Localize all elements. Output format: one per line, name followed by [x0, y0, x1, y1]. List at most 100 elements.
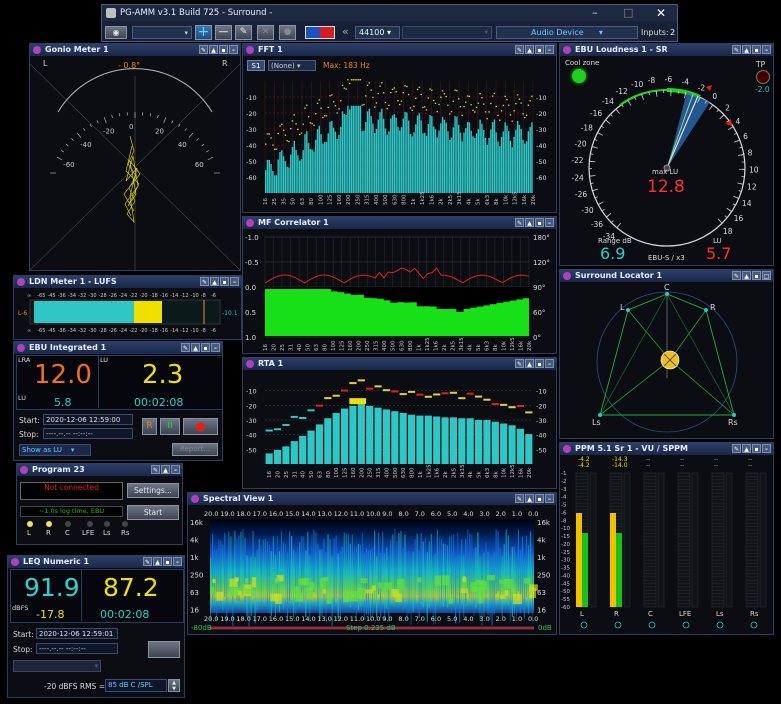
edit-icon[interactable]: ✎	[515, 218, 524, 227]
remove-icon[interactable]: −	[215, 25, 232, 40]
pin-icon[interactable]: ▪	[752, 45, 761, 54]
spectral-streak	[262, 539, 264, 601]
ppm-titlebar[interactable]: PPM 5.1 Sr 1 - VU / SPPM ✎ ▲ ▪ –	[560, 443, 773, 455]
pin-icon[interactable]: ▪	[535, 218, 544, 227]
up-icon[interactable]: ▲	[210, 277, 219, 286]
up-icon[interactable]: ▲	[153, 557, 162, 566]
collapse-icon[interactable]: «	[342, 25, 349, 38]
fft-x-label: 6k3	[485, 194, 491, 205]
up-icon[interactable]: ▲	[161, 465, 170, 474]
leq-mode-select[interactable]: ▾	[13, 660, 101, 672]
up-icon[interactable]: ▲	[525, 45, 534, 54]
up-icon[interactable]: ▲	[742, 271, 751, 280]
add-icon[interactable]: +	[195, 25, 212, 40]
fft-channel-button[interactable]: S1	[247, 60, 265, 71]
pin-icon[interactable]: ▪	[535, 45, 544, 54]
ldn-meter-titlebar[interactable]: LDN Meter 1 - LUFS ✎ ▲ ▪ –	[14, 276, 241, 288]
pin-icon[interactable]: ▪	[163, 557, 172, 566]
pin-icon[interactable]: ▪	[219, 45, 228, 54]
surround-locator-titlebar[interactable]: Surround Locator 1 ✎ ▲ ▪ □	[560, 270, 773, 282]
correlator-titlebar[interactable]: MF Correlator 1 ✎ ▲ ▪ –	[243, 217, 556, 229]
minimize-icon[interactable]: –	[211, 343, 220, 352]
spl-spinner[interactable]: ▲ ▼	[168, 679, 180, 692]
edit-icon[interactable]: ✎	[143, 557, 152, 566]
goniometer-titlebar[interactable]: Gonio Meter 1 ✎ ▲ ▪ –	[30, 44, 240, 56]
sample-rate-select[interactable]: 44100 ▾	[355, 26, 400, 39]
edit-icon[interactable]: ✎	[235, 25, 252, 40]
minimize-button[interactable]: –	[592, 6, 598, 19]
audio-device-select[interactable]: Audio Device ▾	[496, 26, 638, 39]
close-button[interactable]: ✕	[656, 6, 666, 20]
minimize-icon[interactable]: –	[545, 359, 554, 368]
ebu-integrated-titlebar[interactable]: EBU Integrated 1 ✎ ▲ ▪ –	[14, 342, 222, 354]
minimize-icon[interactable]: –	[229, 45, 238, 54]
minimize-icon[interactable]: –	[171, 465, 180, 474]
ldn-scale-label-bottom: -45	[47, 328, 55, 334]
format-select[interactable]: ▾	[402, 26, 492, 39]
audio-device-value: Audio Device	[531, 28, 584, 37]
minimize-icon[interactable]: –	[762, 45, 771, 54]
up-icon[interactable]: ▲	[525, 359, 534, 368]
delete-icon[interactable]: ✕	[257, 25, 274, 40]
spl-field[interactable]: 85 dB C /SPL	[105, 679, 167, 692]
spectral-streak	[438, 537, 441, 608]
minimize-icon[interactable]: –	[173, 557, 182, 566]
edit-icon[interactable]: ✎	[732, 45, 741, 54]
rta-titlebar[interactable]: RTA 1 ✎ ▲ ▪ –	[243, 358, 556, 370]
pause-button[interactable]: II	[160, 418, 180, 435]
ppm-channel-label: L	[580, 610, 584, 618]
fft-preset-select[interactable]: (None) ▾	[268, 60, 316, 71]
leq-start-field[interactable]: 2020-12-06 12:59:01	[36, 628, 118, 639]
leq-numeric-titlebar[interactable]: LEQ Numeric 1 ✎ ▲ ▪ –	[8, 556, 184, 568]
ebu-loudness-titlebar[interactable]: EBU Loudness 1 - SR ✎ ▲ ▪ –	[560, 44, 773, 56]
maximize-icon[interactable]: □	[762, 271, 771, 280]
edit-icon[interactable]: ✎	[515, 359, 524, 368]
ldn-meter-bar: ∞ -65 -45 -36 -34 -32 -30 -28 -26 -24 -22 -20 -18 -16…	[18, 293, 238, 334]
edit-icon[interactable]: ✎	[515, 494, 524, 503]
corr-y-label: 1.0	[245, 334, 256, 342]
up-icon[interactable]: ▲	[742, 45, 751, 54]
edit-icon[interactable]: ✎	[181, 343, 190, 352]
up-icon[interactable]: ▲	[742, 444, 751, 453]
edit-icon[interactable]: ✎	[200, 277, 209, 286]
up-icon[interactable]: ▲	[209, 45, 218, 54]
leq-record-button[interactable]	[148, 641, 180, 658]
record-icon[interactable]: ●	[279, 25, 296, 40]
minimize-icon[interactable]: –	[545, 45, 554, 54]
stop-field[interactable]: ----.--.-- --:--:--	[43, 428, 133, 439]
minimize-icon[interactable]: –	[762, 444, 771, 453]
leq-stop-field[interactable]: ----.--.-- --:--:--	[36, 643, 118, 654]
edit-icon[interactable]: ✎	[151, 465, 160, 474]
edit-icon[interactable]: ✎	[732, 444, 741, 453]
record-button[interactable]: ●	[183, 418, 218, 435]
edit-icon[interactable]: ✎	[199, 45, 208, 54]
fft-peak	[354, 79, 356, 81]
pin-icon[interactable]: ▪	[201, 343, 210, 352]
up-icon[interactable]: ▲	[525, 494, 534, 503]
settings-button[interactable]: Settings...	[127, 483, 179, 498]
fft-titlebar[interactable]: FFT 1 ✎ ▲ ▪ –	[243, 44, 556, 56]
pin-icon[interactable]: ▪	[535, 359, 544, 368]
edit-icon[interactable]: ✎	[515, 45, 524, 54]
program-titlebar[interactable]: Program 23 ✎ ▲ –	[17, 464, 182, 476]
show-as-select[interactable]: Show as LU ▾	[19, 444, 91, 456]
pin-icon[interactable]: ▪	[752, 444, 761, 453]
minimize-icon[interactable]: –	[545, 218, 554, 227]
spectral-view-titlebar[interactable]: Spectral View 1 ✎ ▲ ▪ –	[188, 493, 556, 505]
pin-icon[interactable]: ▪	[535, 494, 544, 503]
report-button[interactable]: Report...	[172, 443, 218, 456]
minimize-icon[interactable]: –	[545, 494, 554, 503]
up-icon[interactable]: ▲	[525, 218, 534, 227]
edit-icon[interactable]: ✎	[732, 271, 741, 280]
pin-icon[interactable]: ▪	[220, 277, 229, 286]
input-flag-icon[interactable]	[305, 26, 335, 39]
up-icon[interactable]: ▲	[191, 343, 200, 352]
start-field[interactable]: 2020-12-06 12:59:00	[43, 414, 133, 425]
start-button[interactable]: Start	[127, 505, 179, 520]
minimize-icon[interactable]: –	[230, 277, 239, 286]
eye-icon[interactable]: ◉	[105, 26, 127, 39]
reset-button[interactable]: R	[142, 418, 157, 435]
pin-icon[interactable]: ▪	[752, 271, 761, 280]
maximize-button[interactable]: □	[623, 6, 633, 19]
profile-dropdown[interactable]: ▾	[132, 26, 192, 39]
